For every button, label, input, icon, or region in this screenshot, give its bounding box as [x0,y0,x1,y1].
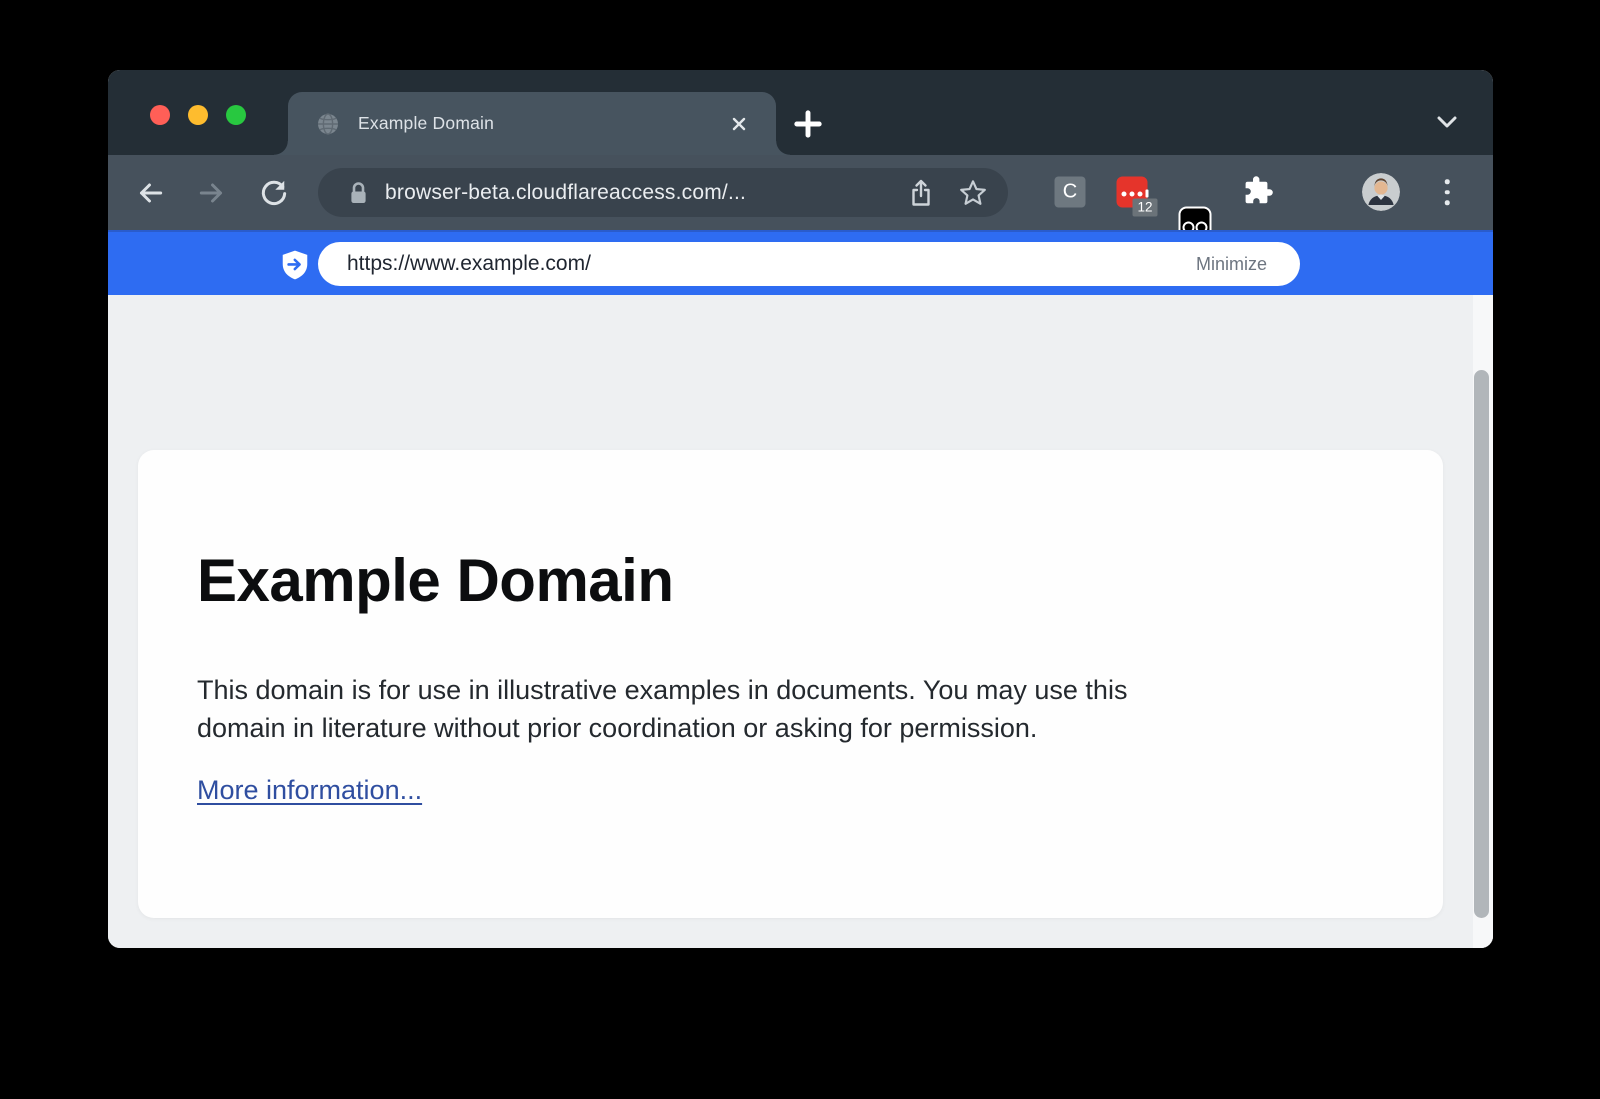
shield-arrow-icon[interactable] [280,249,310,281]
browser-toolbar: browser-beta.cloudflareaccess.com/... C [108,155,1493,230]
tab-title: Example Domain [358,113,726,134]
isolation-url-bar: Minimize [108,230,1493,295]
address-bar[interactable]: browser-beta.cloudflareaccess.com/... [318,168,1008,217]
page-heading: Example Domain [197,546,1383,615]
extensions-puzzle-icon[interactable] [1241,174,1273,211]
reload-icon[interactable] [258,177,290,209]
isolated-url-input[interactable] [345,251,1190,277]
tab-strip: Example Domain [108,70,1493,155]
extension-badge: 12 [1132,199,1157,217]
close-window-button[interactable] [150,105,170,125]
extension-c-icon[interactable]: C [1055,177,1086,208]
browser-menu-icon[interactable] [1445,179,1450,205]
address-bar-url: browser-beta.cloudflareaccess.com/... [385,181,904,205]
traffic-lights [150,105,246,125]
extension-red-dots-icon[interactable]: 12 [1117,177,1148,208]
tab-search-chevron-icon[interactable] [1433,112,1461,134]
isolated-address-pill: Minimize [318,242,1300,286]
paragraph-line-1: This domain is for use in illustrative e… [197,671,1383,709]
back-icon[interactable] [134,177,166,209]
scrollbar-thumb[interactable] [1474,370,1489,918]
more-information-link[interactable]: More information... [197,775,422,806]
bookmark-star-icon[interactable] [956,176,990,210]
red-extension-dots [1122,190,1149,198]
browser-window: Example Domain [108,70,1493,948]
page-paragraph: This domain is for use in illustrative e… [197,671,1383,747]
profile-avatar[interactable] [1362,173,1400,211]
share-icon[interactable] [904,176,938,210]
tab-close-icon[interactable] [726,111,752,137]
page-viewport: Example Domain This domain is for use in… [108,295,1493,948]
forward-icon[interactable] [196,177,228,209]
example-domain-card: Example Domain This domain is for use in… [138,450,1443,918]
minimize-window-button[interactable] [188,105,208,125]
zoom-window-button[interactable] [226,105,246,125]
new-tab-button[interactable] [791,107,825,141]
tab-example-domain[interactable]: Example Domain [288,92,776,155]
minimize-bar-button[interactable]: Minimize [1190,253,1273,276]
paragraph-line-2: domain in literature without prior coord… [197,709,1383,747]
globe-favicon-icon [316,112,340,136]
lock-icon[interactable] [348,180,369,206]
